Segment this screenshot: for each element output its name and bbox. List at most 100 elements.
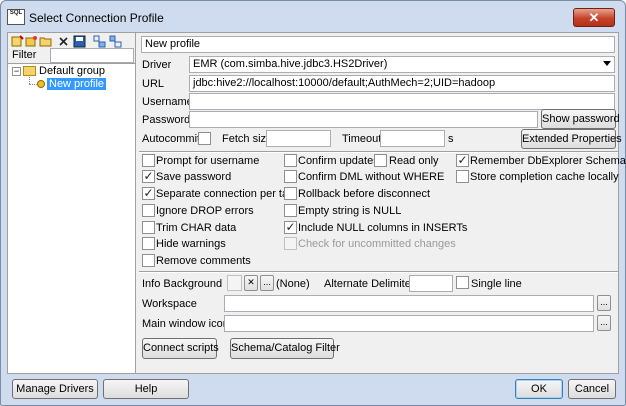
store-completion-cache-checkbox[interactable] (456, 170, 469, 183)
expand-all-icon[interactable] (92, 35, 106, 49)
checkmark-icon: ✓ (143, 186, 154, 200)
schema-catalog-filter-button[interactable]: Schema/Catalog Filter (230, 338, 340, 359)
collapse-group-toggle[interactable]: − (12, 67, 21, 76)
profile-name-input[interactable]: New profile (141, 36, 615, 53)
new-folder-icon[interactable] (38, 35, 52, 49)
app-icon-text: SQL (9, 10, 23, 16)
connect-scripts-button[interactable]: Connect scripts (142, 338, 219, 359)
tree-connector-h (29, 84, 37, 85)
title-bar[interactable]: SQL Select Connection Profile ✕ (1, 1, 625, 35)
url-label: URL (142, 78, 165, 90)
empty-string-null-label: Empty string is NULL (298, 205, 402, 217)
separate-connection-checkbox[interactable]: ✓ (142, 187, 155, 200)
ignore-drop-errors-label: Ignore DROP errors (156, 205, 254, 217)
profile-tree-panel: Filter − Default group New profile (8, 33, 136, 373)
collapse-all-icon[interactable] (108, 35, 122, 49)
filter-input[interactable] (50, 48, 134, 63)
password-input[interactable] (189, 111, 538, 128)
chevron-down-icon (603, 61, 611, 66)
check-uncommitted-checkbox (284, 237, 297, 250)
password-label: Password (142, 114, 191, 126)
workspace-browse-button[interactable]: ... (597, 295, 611, 311)
workspace-input[interactable] (224, 295, 594, 312)
timeout-input[interactable] (380, 130, 445, 147)
clear-color-button[interactable]: ✕ (244, 275, 258, 291)
fetch-size-input[interactable] (266, 130, 331, 147)
save-password-checkbox[interactable]: ✓ (142, 170, 155, 183)
username-input[interactable] (189, 93, 615, 110)
prompt-username-label: Prompt for username (156, 155, 260, 167)
window-title: Select Connection Profile (29, 11, 164, 25)
rollback-disconnect-label: Rollback before disconnect (298, 188, 431, 200)
read-only-checkbox[interactable] (374, 154, 387, 167)
minus-icon: − (13, 66, 20, 76)
tree-connector (29, 77, 30, 84)
prompt-username-checkbox[interactable] (142, 154, 155, 167)
check-uncommitted-label: Check for uncommitted changes (298, 238, 456, 250)
info-background-color[interactable] (227, 275, 242, 291)
main-window-icon-label: Main window icon (142, 318, 229, 330)
driver-select[interactable]: EMR (com.simba.hive.jdbc3.HS2Driver) (189, 56, 615, 73)
app-icon: SQL (7, 9, 25, 25)
manage-drivers-button[interactable]: Manage Drivers (12, 379, 98, 399)
checkmark-icon: ✓ (285, 220, 296, 234)
remove-comments-label: Remove comments (156, 255, 251, 267)
trim-char-data-label: Trim CHAR data (156, 222, 237, 234)
choose-color-button[interactable]: ... (260, 275, 274, 291)
main-window-icon-input[interactable] (224, 315, 594, 332)
save-icon[interactable] (72, 35, 86, 49)
remove-comments-checkbox[interactable] (142, 254, 155, 267)
cancel-button[interactable]: Cancel (568, 379, 616, 399)
profile-icon (37, 80, 45, 88)
include-null-columns-label: Include NULL columns in INSERTs (298, 222, 468, 234)
show-password-button[interactable]: Show password (541, 109, 620, 129)
separate-connection-label: Separate connection per tab (156, 188, 295, 200)
ignore-drop-errors-checkbox[interactable] (142, 204, 155, 217)
main-window-icon-browse-button[interactable]: ... (597, 315, 611, 331)
save-password-label: Save password (156, 171, 232, 183)
close-icon: ✕ (247, 277, 255, 287)
separator (139, 151, 618, 153)
folder-icon (23, 66, 36, 76)
manage-drivers-label: Manage Drivers (16, 383, 94, 395)
single-line-checkbox[interactable] (456, 276, 469, 289)
timeout-label: Timeout (342, 133, 382, 145)
extended-properties-button[interactable]: Extended Properties (521, 129, 622, 149)
single-line-label: Single line (471, 278, 522, 290)
ok-button[interactable]: OK (515, 379, 563, 399)
checkmark-icon: ✓ (457, 153, 468, 167)
copy-profile-icon[interactable] (24, 35, 38, 49)
filter-label: Filter (12, 49, 37, 61)
username-label: Username (142, 96, 193, 108)
confirm-dml-label: Confirm DML without WHERE (298, 171, 445, 183)
confirm-updates-checkbox[interactable] (284, 154, 297, 167)
confirm-updates-label: Confirm updates (298, 155, 379, 167)
close-icon: ✕ (588, 10, 600, 25)
tree-item-new-profile[interactable]: New profile (47, 78, 107, 90)
confirm-dml-checkbox[interactable] (284, 170, 297, 183)
tree-group-label[interactable]: Default group (39, 65, 105, 77)
checkmark-icon: ✓ (143, 169, 154, 183)
dialog-content: Filter − Default group New profile New p… (7, 32, 626, 374)
trim-char-data-checkbox[interactable] (142, 221, 155, 234)
autocommit-checkbox[interactable] (198, 132, 211, 145)
close-button[interactable]: ✕ (573, 8, 615, 27)
store-completion-cache-label: Store completion cache locally (470, 171, 619, 183)
include-null-columns-checkbox[interactable]: ✓ (284, 221, 297, 234)
remember-dbexplorer-label: Remember DbExplorer Schema (470, 155, 626, 167)
fetch-size-label: Fetch size (222, 133, 273, 145)
alternate-delimiter-input[interactable] (409, 275, 453, 292)
help-button[interactable]: Help (103, 379, 189, 399)
hide-warnings-checkbox[interactable] (142, 237, 155, 250)
new-profile-icon[interactable] (10, 35, 24, 49)
rollback-disconnect-checkbox[interactable] (284, 187, 297, 200)
empty-string-null-checkbox[interactable] (284, 204, 297, 217)
driver-value: EMR (com.simba.hive.jdbc3.HS2Driver) (193, 58, 388, 70)
read-only-label: Read only (389, 155, 439, 167)
driver-label: Driver (142, 59, 172, 71)
info-background-label: Info Background (142, 278, 223, 290)
profile-tree: − Default group New profile (8, 63, 135, 373)
url-input[interactable]: jdbc:hive2://localhost:10000/default;Aut… (189, 75, 615, 92)
delete-icon[interactable] (56, 35, 70, 49)
remember-dbexplorer-checkbox[interactable]: ✓ (456, 154, 469, 167)
